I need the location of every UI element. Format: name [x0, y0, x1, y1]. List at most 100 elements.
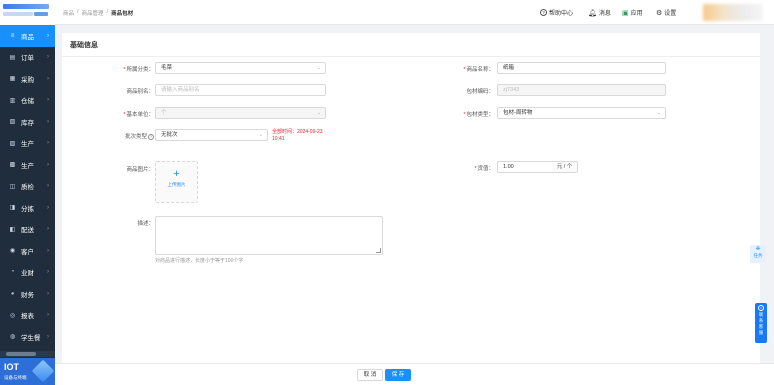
sidebar-item-12[interactable]: ◕ 财务 › [0, 283, 55, 305]
breadcrumb-item[interactable]: 商品 [63, 9, 74, 17]
save-button[interactable]: 保 存 [385, 369, 411, 381]
menu-icon: ▤ [9, 54, 16, 61]
category-label: *所属分类： [123, 67, 154, 73]
batch-note: 全部时间：2024-09-23 10:41 [272, 129, 323, 142]
gear-icon: ⚙ [656, 9, 663, 17]
alias-input[interactable]: 请输入商品别名 [155, 84, 326, 96]
menu-icon: ▧ [9, 119, 16, 126]
sidebar-item-14[interactable]: ◍ 学生餐 › [0, 326, 55, 348]
chevron-right-icon: › [47, 226, 49, 233]
menu-icon: ▩ [9, 162, 16, 169]
cancel-button[interactable]: 取 消 [357, 369, 383, 381]
resize-handle-icon[interactable] [376, 248, 381, 253]
top-header: 商品 / 商品管理 / 商品包材 ? 帮助中心 🔔︎ 消息 ▣ 应用 ⚙ 设置 [55, 0, 774, 25]
apps-button[interactable]: ▣ 应用 [622, 8, 643, 18]
task-icon: ⎈ [755, 246, 761, 252]
chevron-right-icon: › [47, 161, 49, 168]
headset-icon: ○ [758, 305, 764, 311]
sidebar-item-label: 财务 [21, 291, 34, 299]
image-upload[interactable]: + 上传图片 [155, 161, 198, 203]
chevron-right-icon: › [47, 183, 49, 190]
category-select[interactable]: 毛菜 ⌄ [155, 62, 326, 74]
chevron-right-icon: › [47, 118, 49, 125]
sidebar-item-label: 库存 [21, 119, 34, 127]
logo[interactable] [0, 0, 55, 25]
breadcrumb: 商品 / 商品管理 / 商品包材 [63, 9, 134, 17]
help-center-button[interactable]: ? 帮助中心 [540, 8, 573, 17]
breadcrumb-item[interactable]: 商品管理 [82, 9, 104, 17]
chevron-right-icon: › [47, 247, 49, 254]
iot-entry[interactable]: IOT 设备与终端 [0, 358, 55, 385]
product-name-input[interactable]: 纸箱 [497, 62, 666, 74]
package-code-label: 包材编码： [466, 89, 494, 95]
chevron-right-icon: › [47, 290, 49, 297]
package-type-select[interactable]: 包材-周转物 ⌄ [497, 107, 666, 119]
sidebar-item-10[interactable]: ◉ 客户 › [0, 240, 55, 262]
sidebar-item-11[interactable]: ◔ 业财 › [0, 262, 55, 284]
sidebar-item-0[interactable]: ≡ 商品 › [0, 25, 55, 47]
sidebar-item-label: 采购 [21, 76, 34, 84]
menu-icon: ▥ [9, 97, 16, 104]
user-avatar[interactable] [703, 4, 763, 21]
menu-icon: ◫ [9, 183, 16, 190]
description-label: 描述： [137, 221, 154, 227]
chevron-right-icon: › [47, 97, 49, 104]
chevron-down-icon: ⌄ [316, 110, 321, 116]
sidebar-item-1[interactable]: ▤ 订单 › [0, 47, 55, 69]
apps-icon: ▣ [622, 9, 629, 17]
sidebar-item-label: 质检 [21, 184, 34, 192]
alias-label: 商品别名： [126, 89, 154, 95]
section-divider [62, 56, 760, 57]
base-unit-label: *基本单位： [123, 112, 154, 118]
menu-icon: ▨ [9, 140, 16, 147]
chevron-right-icon: › [47, 54, 49, 61]
bell-icon: 🔔︎ [588, 9, 597, 17]
chevron-right-icon: › [47, 32, 49, 39]
chevron-down-icon: ⌄ [316, 65, 321, 71]
sidebar-menu: ≡ 商品 › ▤ 订单 › ▦ 采购 › ▥ 仓储 › ▧ 库存 › ▨ 生产 › ▩ 生产 › ◫ 质检 › ◨ 分拣 › ◧ 配送 ›… [0, 25, 55, 348]
menu-icon: ◉ [9, 248, 16, 255]
sidebar-item-5[interactable]: ▨ 生产 › [0, 133, 55, 155]
sidebar-item-6[interactable]: ▩ 生产 › [0, 154, 55, 176]
chevron-right-icon: › [47, 333, 49, 340]
sidebar-item-4[interactable]: ▧ 库存 › [0, 111, 55, 133]
price-label: *货值： [474, 166, 494, 172]
sidebar: ≡ 商品 › ▤ 订单 › ▦ 采购 › ▥ 仓储 › ▧ 库存 › ▨ 生产 › ▩ 生产 › ◫ 质检 › ◨ 分拣 › ◧ 配送 ›… [0, 0, 55, 385]
sidebar-item-2[interactable]: ▦ 采购 › [0, 68, 55, 90]
settings-button[interactable]: ⚙ 设置 [656, 8, 676, 18]
chevron-right-icon: › [47, 312, 49, 319]
sidebar-item-13[interactable]: ◎ 报表 › [0, 305, 55, 327]
plus-icon: + [173, 168, 180, 180]
price-unit: 元 / 个 [552, 161, 578, 173]
chevron-right-icon: › [47, 140, 49, 147]
menu-icon: ▦ [9, 76, 16, 83]
sidebar-item-label: 业财 [21, 270, 34, 278]
messages-button[interactable]: 🔔︎ 消息 [588, 8, 611, 18]
sidebar-scrollbar[interactable] [0, 351, 55, 357]
form-footer: 取 消 保 存 [55, 363, 774, 385]
sidebar-item-label: 分拣 [21, 205, 34, 213]
menu-icon: ◕ [10, 290, 15, 297]
package-code-input: zj7343 [497, 84, 666, 96]
form-panel: 基础信息 *所属分类： 毛菜 ⌄ *商品名称： 纸箱 商品别名： 请输入商品别名 … [62, 33, 760, 363]
task-float-button[interactable]: ⎈ 任务 [750, 245, 766, 263]
sidebar-item-9[interactable]: ◧ 配送 › [0, 219, 55, 241]
customer-service-button[interactable]: ○ 联 系 客 服 [755, 303, 767, 343]
sidebar-item-8[interactable]: ◨ 分拣 › [0, 197, 55, 219]
menu-icon: ◨ [9, 205, 16, 212]
price-input[interactable]: 1.00 [497, 161, 553, 173]
package-type-label: *包材类型： [463, 112, 494, 118]
product-name-label: *商品名称： [463, 67, 494, 73]
breadcrumb-current: 商品包材 [111, 11, 134, 17]
sidebar-item-label: 学生餐 [21, 334, 41, 342]
description-textarea[interactable] [155, 216, 383, 255]
sidebar-item-label: 生产 [21, 162, 34, 170]
menu-icon: ◧ [9, 226, 16, 233]
sidebar-item-3[interactable]: ▥ 仓储 › [0, 90, 55, 112]
help-icon[interactable]: ? [148, 133, 154, 140]
sidebar-item-label: 配送 [21, 227, 34, 235]
sidebar-item-7[interactable]: ◫ 质检 › [0, 176, 55, 198]
batch-type-select[interactable]: 无批次 ⌄ [155, 129, 268, 141]
description-hint: 对商品进行描述，长度小于等于100个字 [155, 258, 244, 264]
menu-icon: ◔ [10, 269, 15, 276]
